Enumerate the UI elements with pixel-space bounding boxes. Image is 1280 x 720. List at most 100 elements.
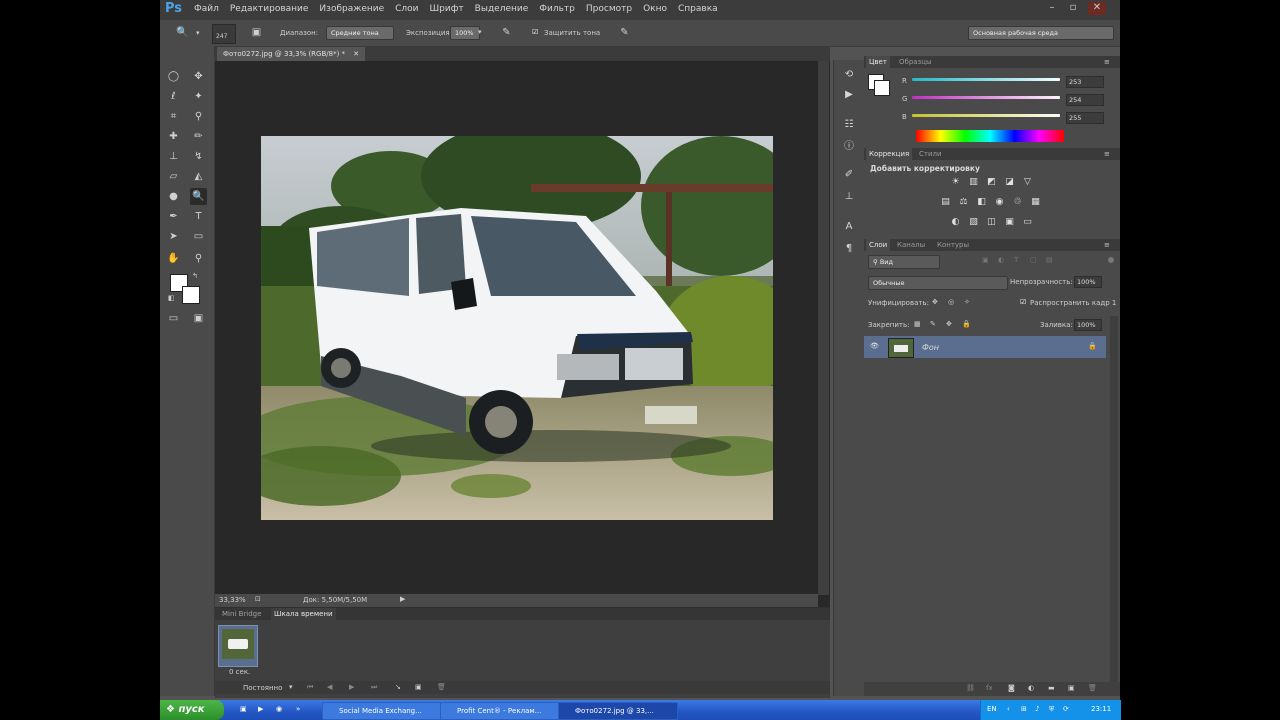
vertical-scrollbar[interactable] [818, 61, 829, 595]
add-mask-icon[interactable]: ◙ [1008, 684, 1015, 692]
menu-edit[interactable]: Редактирование [230, 4, 309, 14]
panel-menu-icon[interactable]: ≡ [1104, 150, 1110, 158]
healing-brush-tool-icon[interactable]: ✚ [165, 128, 182, 145]
marquee-tool-icon[interactable]: ◯ [165, 68, 182, 85]
invert-icon[interactable]: ◐ [950, 217, 961, 228]
lock-all-icon[interactable]: 🔒 [962, 320, 971, 328]
default-colors-icon[interactable]: ◧ [168, 294, 175, 302]
close-tab-icon[interactable]: ✕ [353, 50, 359, 58]
task-profit-centr[interactable]: Profit Cent® - Реклам... [440, 702, 566, 720]
posterize-icon[interactable]: ▨ [968, 217, 979, 228]
selective-color-icon[interactable]: ▣ [1004, 217, 1015, 228]
protect-tones-checkbox[interactable]: ☑ [532, 28, 538, 36]
canvas-photo[interactable] [261, 136, 773, 520]
workspace-select[interactable]: Основная рабочая среда [968, 26, 1114, 40]
channel-r-value[interactable]: 253 [1066, 76, 1104, 88]
opacity-input[interactable]: 100% [1074, 276, 1102, 288]
tray-security-icon[interactable]: ⛨ [1049, 705, 1054, 714]
eraser-tool-icon[interactable]: ▱ [165, 168, 182, 185]
new-layer-icon[interactable]: ▣ [1068, 684, 1075, 692]
hand-tool-icon[interactable]: ✋ [165, 250, 182, 267]
layer-row-background[interactable]: 👁 Фон 🔒 [864, 336, 1106, 358]
brush-preset-picker[interactable]: 247 [212, 24, 236, 44]
unify-position-icon[interactable]: ✥ [932, 298, 938, 306]
fill-input[interactable]: 100% [1074, 319, 1102, 331]
background-color-swatch[interactable] [182, 286, 200, 304]
frame-time[interactable]: 0 сек. [229, 668, 250, 676]
quick-launch-browser-icon[interactable]: ◉ [276, 705, 282, 713]
loop-mode-select[interactable]: Постоянно [243, 684, 282, 692]
filter-adjustment-icon[interactable]: ◐ [998, 256, 1004, 264]
unify-visibility-icon[interactable]: ◎ [948, 298, 954, 306]
next-frame-icon[interactable]: ⏭ [371, 683, 377, 692]
tab-channels[interactable]: Каналы [894, 239, 928, 251]
pressure-icon[interactable]: ✎ [616, 24, 633, 41]
clone-source-icon[interactable]: ⊥ [840, 190, 858, 204]
menu-select[interactable]: Выделение [475, 4, 529, 14]
hue-saturation-icon[interactable]: ▤ [940, 197, 951, 208]
loop-dropdown-icon[interactable]: ▾ [289, 683, 293, 691]
properties-icon[interactable]: ☷ [840, 118, 858, 132]
color-balance-icon[interactable]: ⚖ [958, 197, 969, 208]
levels-icon[interactable]: ▥ [968, 177, 979, 188]
paragraph-icon[interactable]: ¶ [840, 242, 858, 256]
first-frame-icon[interactable]: ⏮ [307, 683, 313, 692]
threshold-icon[interactable]: ◫ [986, 217, 997, 228]
tab-layers[interactable]: Слои [866, 239, 891, 251]
exposure-dropdown-icon[interactable]: ▾ [478, 28, 482, 36]
delete-frame-icon[interactable]: 🗑 [437, 683, 446, 691]
actions-icon[interactable]: ▶ [840, 88, 858, 102]
start-button[interactable]: ❖ пуск [160, 700, 224, 720]
photo-filter-icon[interactable]: ◉ [994, 197, 1005, 208]
tab-swatches[interactable]: Образцы [896, 56, 935, 68]
tab-color[interactable]: Цвет [866, 56, 890, 68]
brush-presets-icon[interactable]: ✐ [840, 168, 858, 182]
channel-mixer-icon[interactable]: ♲ [1012, 197, 1023, 208]
move-tool-icon[interactable]: ✥ [190, 68, 207, 85]
timeline-frame[interactable] [218, 625, 258, 667]
layer-kind-filter[interactable]: ⚲ Вид [868, 255, 940, 269]
swap-colors-icon[interactable]: ↰ [192, 272, 198, 280]
type-tool-icon[interactable]: T [190, 208, 207, 225]
language-indicator[interactable]: EN [987, 705, 997, 713]
blur-tool-icon[interactable]: ● [165, 188, 182, 205]
layer-visibility-eye-icon[interactable]: 👁 [870, 342, 879, 350]
play-icon[interactable]: ▶ [349, 683, 354, 691]
tray-arrow-icon[interactable]: ‹ [1007, 705, 1010, 713]
maximize-button[interactable]: ▫ [1064, 2, 1082, 15]
tray-volume-icon[interactable]: ♪ [1035, 705, 1039, 713]
tray-update-icon[interactable]: ⟳ [1063, 705, 1069, 713]
status-menu-icon[interactable]: ⊡ [255, 595, 261, 603]
unify-style-icon[interactable]: ✧ [964, 298, 970, 306]
layer-name[interactable]: Фон [922, 343, 939, 352]
blend-mode-select[interactable]: Обычные [868, 276, 1008, 290]
color-spectrum-ramp[interactable] [916, 130, 1064, 142]
brush-tool-icon[interactable]: ✏ [190, 128, 207, 145]
black-white-icon[interactable]: ◧ [976, 197, 987, 208]
new-adjustment-layer-icon[interactable]: ◐ [1028, 684, 1034, 692]
lock-pixels-icon[interactable]: ✎ [930, 320, 936, 328]
screen-mode-icon[interactable]: ▣ [190, 310, 207, 327]
menu-window[interactable]: Окно [643, 4, 667, 14]
menu-view[interactable]: Просмотр [586, 4, 632, 14]
menu-filter[interactable]: Фильтр [539, 4, 575, 14]
color-background-swatch[interactable] [874, 80, 890, 96]
dodge-tool-icon[interactable]: 🔍 [174, 24, 191, 41]
curves-icon[interactable]: ◩ [986, 177, 997, 188]
layers-scrollbar[interactable] [1110, 316, 1118, 684]
filter-shape-icon[interactable]: ▢ [1030, 256, 1037, 264]
gradient-map-icon[interactable]: ▭ [1022, 217, 1033, 228]
paint-bucket-tool-icon[interactable]: ◭ [190, 168, 207, 185]
menu-layers[interactable]: Слои [395, 4, 418, 14]
airbrush-icon[interactable]: ✎ [498, 24, 515, 41]
magic-wand-tool-icon[interactable]: ✦ [190, 88, 207, 105]
tool-preset-chevron-icon[interactable]: ▾ [196, 29, 200, 37]
lock-transparency-icon[interactable]: ▦ [914, 320, 921, 328]
lock-position-icon[interactable]: ✥ [946, 320, 952, 328]
filter-smart-object-icon[interactable]: ▤ [1046, 256, 1053, 264]
info-icon[interactable]: ⓘ [840, 140, 858, 154]
clone-stamp-tool-icon[interactable]: ⊥ [165, 148, 182, 165]
channel-g-value[interactable]: 254 [1066, 94, 1104, 106]
history-icon[interactable]: ⟲ [840, 68, 858, 82]
quick-launch-desktop-icon[interactable]: ▣ [240, 705, 247, 713]
